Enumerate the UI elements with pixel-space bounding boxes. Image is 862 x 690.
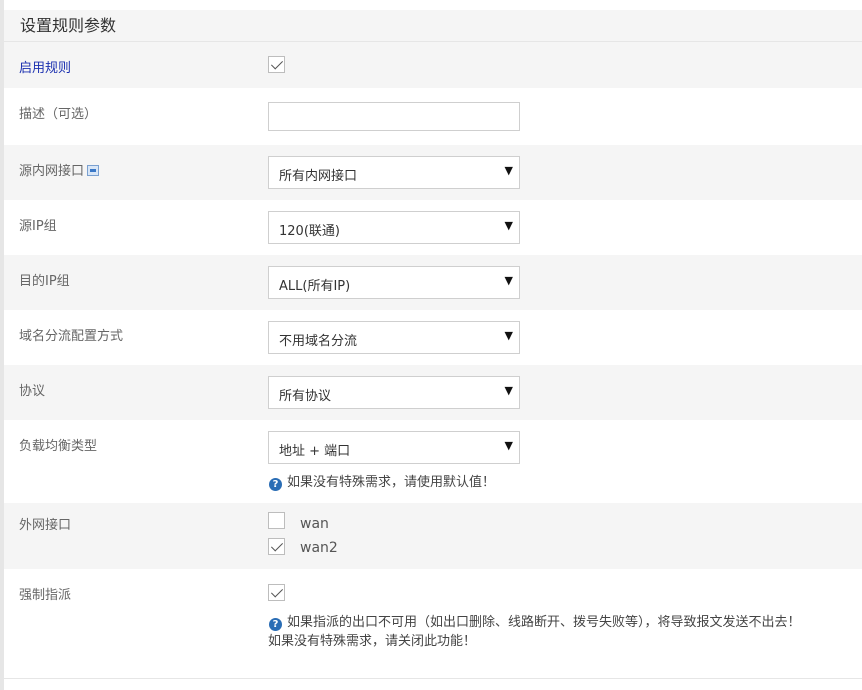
src-ip-group-label: 源IP组 xyxy=(19,219,57,234)
wan-checkbox[interactable] xyxy=(268,512,285,529)
row-protocol: 协议 所有协议 ▼ xyxy=(4,365,862,420)
dst-ip-group-label: 目的IP组 xyxy=(19,274,70,289)
force-assign-checkbox[interactable] xyxy=(268,584,285,601)
dropdown-arrow-icon: ▼ xyxy=(504,274,513,287)
dst-ip-group-value: ALL(所有IP) xyxy=(279,279,351,294)
row-enable-rule: 启用规则 xyxy=(4,42,862,88)
lb-type-select[interactable]: 地址 + 端口 ▼ xyxy=(268,431,520,464)
src-interface-label-text: 源内网接口 xyxy=(19,164,85,179)
src-interface-label: 源内网接口 xyxy=(19,160,100,179)
src-ip-group-value: 120(联通) xyxy=(279,224,340,239)
lb-type-label: 负载均衡类型 xyxy=(19,439,98,454)
dropdown-arrow-icon: ▼ xyxy=(504,439,513,452)
interface-info-icon[interactable] xyxy=(87,165,100,176)
dst-ip-group-select[interactable]: ALL(所有IP) ▼ xyxy=(268,266,520,299)
check-icon xyxy=(270,585,284,598)
bottom-divider xyxy=(4,678,862,679)
description-input[interactable] xyxy=(268,102,520,131)
dropdown-arrow-icon: ▼ xyxy=(504,329,513,342)
dropdown-arrow-icon: ▼ xyxy=(504,219,513,232)
src-ip-group-select[interactable]: 120(联通) ▼ xyxy=(268,211,520,244)
description-label: 描述（可选） xyxy=(19,107,98,122)
top-spacer xyxy=(4,0,862,10)
protocol-select[interactable]: 所有协议 ▼ xyxy=(268,376,520,409)
row-description: 描述（可选） xyxy=(4,88,862,145)
domain-mode-label: 域名分流配置方式 xyxy=(19,329,124,344)
check-icon xyxy=(270,57,284,70)
src-interface-value: 所有内网接口 xyxy=(279,169,358,184)
check-icon xyxy=(270,539,284,552)
lb-type-hint: ? 如果没有特殊需求，请使用默认值！ xyxy=(269,471,495,491)
row-force-assign: 强制指派 ? 如果指派的出口不可用（如出口删除、线路断开、拨号失败等），将导致报文… xyxy=(4,569,862,678)
lb-type-hint-text: 如果没有特殊需求，请使用默认值！ xyxy=(287,475,496,490)
row-wan-interface: 外网接口 wan wan2 xyxy=(4,503,862,569)
wan2-checkbox[interactable] xyxy=(268,538,285,555)
protocol-label: 协议 xyxy=(19,384,46,399)
row-domain-mode: 域名分流配置方式 不用域名分流 ▼ xyxy=(4,310,862,365)
help-icon: ? xyxy=(269,478,282,491)
section-title: 设置规则参数 xyxy=(20,16,117,35)
wan2-option-label: wan2 xyxy=(300,540,338,556)
row-src-interface: 源内网接口 所有内网接口 ▼ xyxy=(4,145,862,200)
force-assign-hint: ? 如果指派的出口不可用（如出口删除、线路断开、拨号失败等），将导致报文发送不出去… xyxy=(269,611,801,631)
domain-mode-value: 不用域名分流 xyxy=(279,334,358,349)
force-assign-hint-line2: 如果没有特殊需求，请关闭此功能！ xyxy=(268,634,477,649)
dropdown-arrow-icon: ▼ xyxy=(504,384,513,397)
src-interface-select[interactable]: 所有内网接口 ▼ xyxy=(268,156,520,189)
section-header: 设置规则参数 xyxy=(4,10,862,42)
lb-type-value: 地址 + 端口 xyxy=(279,444,351,459)
row-lb-type: 负载均衡类型 地址 + 端口 ▼ ? 如果没有特殊需求，请使用默认值！ xyxy=(4,420,862,503)
protocol-value: 所有协议 xyxy=(279,389,332,404)
domain-mode-select[interactable]: 不用域名分流 ▼ xyxy=(268,321,520,354)
wan-interface-label: 外网接口 xyxy=(19,518,72,533)
force-assign-hint-line1: 如果指派的出口不可用（如出口删除、线路断开、拨号失败等），将导致报文发送不出去！ xyxy=(287,615,801,630)
row-src-ip-group: 源IP组 120(联通) ▼ xyxy=(4,200,862,255)
row-dst-ip-group: 目的IP组 ALL(所有IP) ▼ xyxy=(4,255,862,310)
force-assign-label: 强制指派 xyxy=(19,588,72,603)
enable-rule-checkbox[interactable] xyxy=(268,56,285,73)
dropdown-arrow-icon: ▼ xyxy=(504,164,513,177)
enable-rule-label: 启用规则 xyxy=(19,61,72,76)
wan-option-label: wan xyxy=(300,516,329,532)
